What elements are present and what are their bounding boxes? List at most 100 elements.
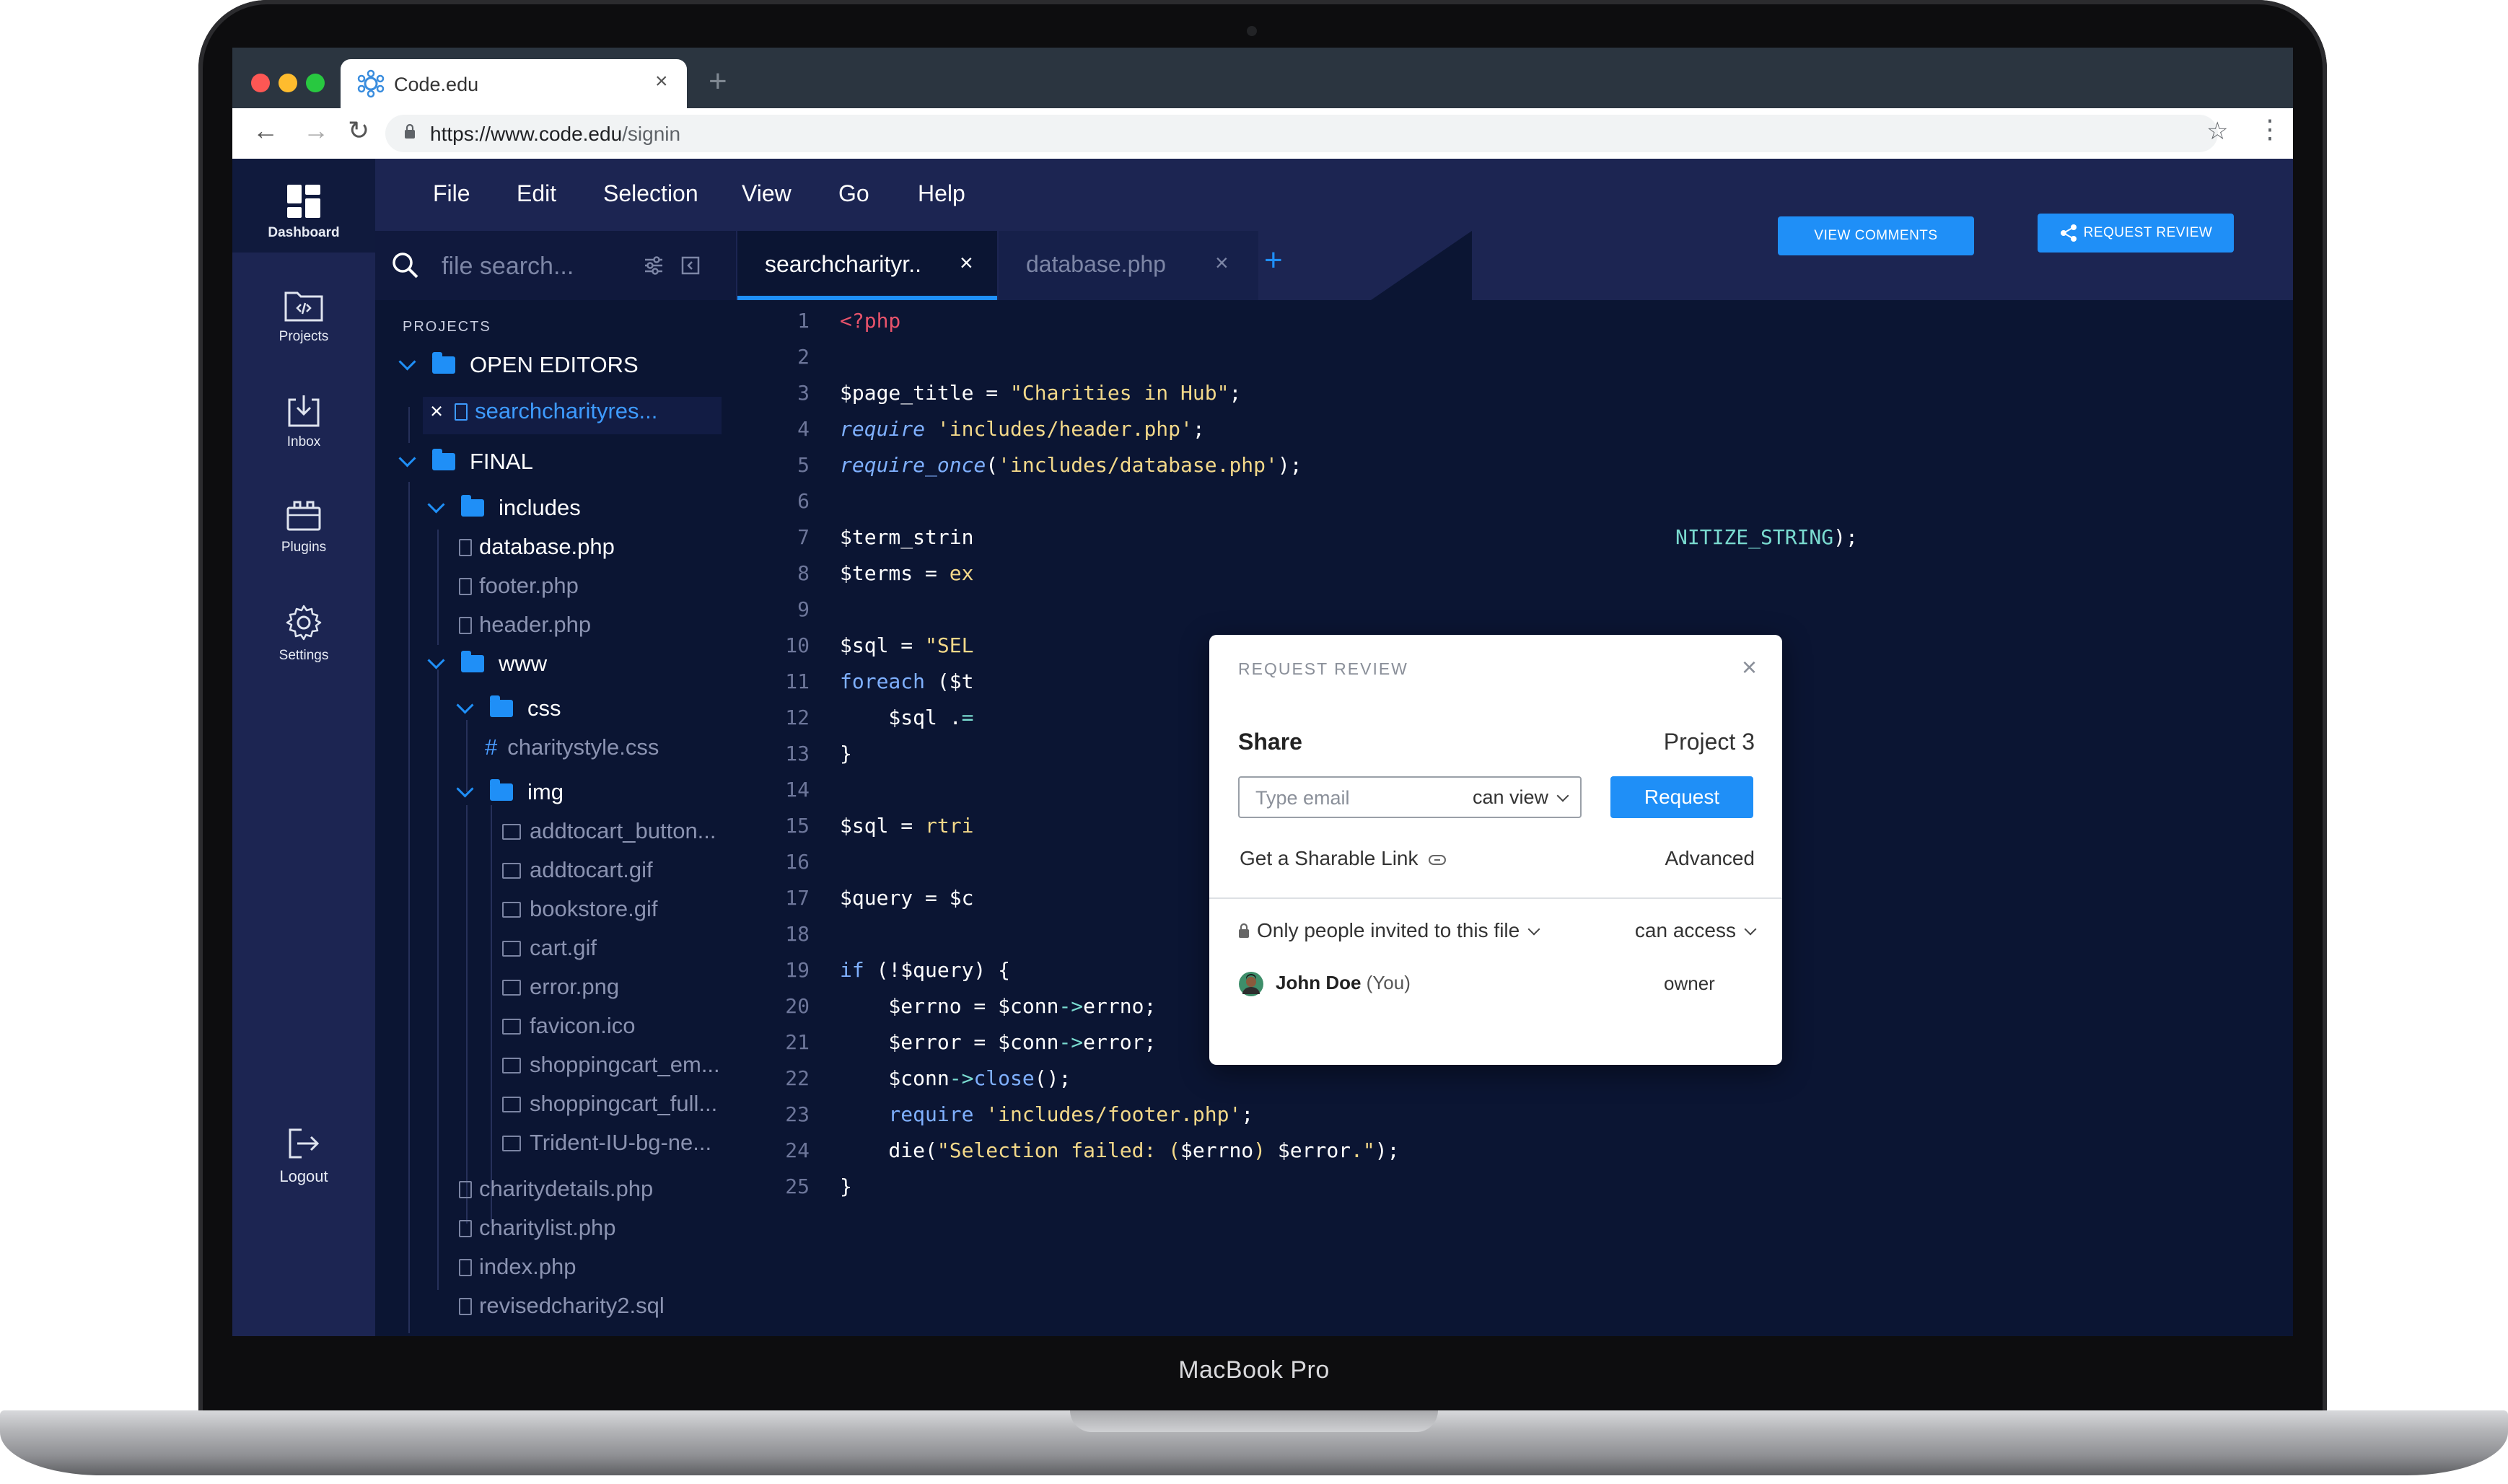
css-file-icon: # (485, 734, 498, 760)
file-item[interactable]: cart.gif (502, 935, 597, 961)
file-item[interactable]: # charitystyle.css (485, 734, 659, 760)
nav-dashboard[interactable]: Dashboard (232, 159, 375, 253)
css-folder[interactable]: css (456, 695, 561, 721)
new-tab-button[interactable]: + (709, 63, 727, 100)
request-button[interactable]: Request (1610, 776, 1753, 818)
minimize-window-button[interactable] (279, 74, 297, 92)
nav-logout-label: Logout (279, 1167, 328, 1185)
menu-go[interactable]: Go (838, 180, 869, 207)
file-item[interactable]: footer.php (459, 573, 579, 599)
share-icon (2060, 224, 2077, 242)
close-window-button[interactable] (251, 74, 270, 92)
close-tab-icon[interactable]: × (1215, 250, 1229, 276)
maximize-window-button[interactable] (306, 74, 325, 92)
close-dialog-icon[interactable]: × (1742, 652, 1757, 682)
file-item[interactable]: index.php (459, 1254, 576, 1280)
browser-menu-icon[interactable]: ⋮ (2257, 114, 2283, 144)
line-number: 15 (785, 814, 810, 838)
file-search-input[interactable] (440, 251, 631, 281)
sharable-link-button[interactable]: Get a Sharable Link (1240, 847, 1447, 870)
code-line: $sql .= (840, 706, 974, 729)
tree-guide (437, 530, 439, 645)
file-item[interactable]: bookstore.gif (502, 896, 658, 922)
menu-file[interactable]: File (433, 180, 470, 207)
url-text: https://www.code.edu/signin (430, 123, 681, 145)
final-folder[interactable]: FINAL (398, 449, 533, 475)
editor-tab-database[interactable]: database.php × (999, 231, 1258, 300)
file-label: shoppingcart_full... (530, 1091, 718, 1116)
includes-folder[interactable]: includes (427, 495, 581, 521)
request-review-button[interactable]: REQUEST REVIEW (2038, 214, 2234, 253)
email-input[interactable] (1254, 786, 1459, 810)
line-number: 10 (785, 633, 810, 657)
file-label: addtocart_button... (530, 818, 716, 843)
access-level-dropdown[interactable]: can access (1635, 919, 1757, 942)
file-item[interactable]: header.php (459, 612, 591, 638)
nav-inbox[interactable]: Inbox (232, 392, 375, 450)
menu-view[interactable]: View (742, 180, 792, 207)
project-name: Project 3 (1663, 729, 1755, 755)
advanced-link[interactable]: Advanced (1665, 847, 1755, 870)
image-file-icon (502, 941, 521, 957)
file-item[interactable]: favicon.ico (502, 1013, 635, 1039)
file-item[interactable]: database.php (459, 534, 615, 560)
file-item[interactable]: Trident-IU-bg-ne... (502, 1130, 711, 1156)
line-number: 8 (797, 561, 810, 585)
nav-logout[interactable]: Logout (232, 1125, 375, 1186)
file-item[interactable]: shoppingcart_em... (502, 1052, 720, 1078)
link-icon (1429, 854, 1447, 865)
access-scope-dropdown[interactable]: Only people invited to this file (1238, 919, 1540, 942)
editor-tab-searchcharity[interactable]: searchcharityr.. × (737, 231, 997, 300)
view-comments-button[interactable]: VIEW COMMENTS (1778, 216, 1974, 255)
open-file-item[interactable]: × searchcharityres... (430, 398, 657, 424)
file-item[interactable]: charitylist.php (459, 1215, 616, 1241)
line-number: 19 (785, 958, 810, 982)
filter-sliders-icon[interactable] (644, 255, 664, 276)
tree-guide (466, 805, 468, 1224)
address-bar[interactable]: https://www.code.edu/signin (385, 115, 2218, 152)
image-file-icon (502, 1058, 521, 1074)
permission-dropdown[interactable]: can view (1473, 786, 1569, 809)
back-arrow-icon[interactable]: ← (253, 115, 279, 146)
dashboard-icon (287, 185, 320, 218)
laptop-notch (1070, 1410, 1438, 1432)
file-item[interactable]: error.png (502, 974, 619, 1000)
code-line: $conn->close(); (840, 1066, 1071, 1090)
nav-projects[interactable]: Projects (232, 287, 375, 345)
code-line: $errno = $conn->errno; (840, 994, 1157, 1018)
code-line: } (840, 1175, 852, 1198)
reload-icon[interactable]: ↻ (348, 115, 369, 146)
add-tab-button[interactable]: + (1264, 242, 1283, 278)
chevron-down-icon (1527, 923, 1540, 936)
file-item[interactable]: shoppingcart_full... (502, 1091, 717, 1117)
menu-edit[interactable]: Edit (517, 180, 556, 207)
nav-inbox-label: Inbox (286, 434, 321, 449)
explorer-heading: PROJECTS (403, 319, 491, 335)
file-item[interactable]: revisedcharity2.sql (459, 1293, 665, 1319)
file-item[interactable]: charitydetails.php (459, 1176, 653, 1202)
tree-guide (408, 482, 410, 1333)
bookmark-star-icon[interactable]: ☆ (2206, 117, 2228, 146)
file-item[interactable]: addtocart.gif (502, 857, 653, 883)
file-label: database.php (479, 534, 615, 559)
browser-tab[interactable]: Code.edu × (341, 59, 687, 108)
access-scope-label: Only people invited to this file (1257, 919, 1520, 941)
file-label: favicon.ico (530, 1013, 636, 1038)
close-file-icon[interactable]: × (430, 398, 443, 423)
close-tab-icon[interactable]: × (655, 69, 668, 94)
file-item[interactable]: addtocart_button... (502, 818, 716, 844)
open-editors-folder[interactable]: OPEN EDITORS (398, 352, 639, 378)
img-folder[interactable]: img (456, 779, 564, 805)
close-tab-icon[interactable]: × (960, 250, 973, 276)
nav-settings[interactable]: Settings (232, 603, 375, 664)
menu-help[interactable]: Help (918, 180, 965, 207)
nav-plugins[interactable]: Plugins (232, 498, 375, 556)
line-number: 21 (785, 1030, 810, 1054)
menu-selection[interactable]: Selection (603, 180, 698, 207)
line-number: 25 (785, 1175, 810, 1198)
www-folder[interactable]: www (427, 651, 547, 677)
tree-guide (491, 805, 492, 1224)
collapse-panel-icon[interactable] (681, 256, 700, 275)
forward-arrow-icon[interactable]: → (303, 115, 329, 146)
file-explorer: PROJECTS OPEN EDITORS × searchcharityres.… (375, 300, 736, 1336)
